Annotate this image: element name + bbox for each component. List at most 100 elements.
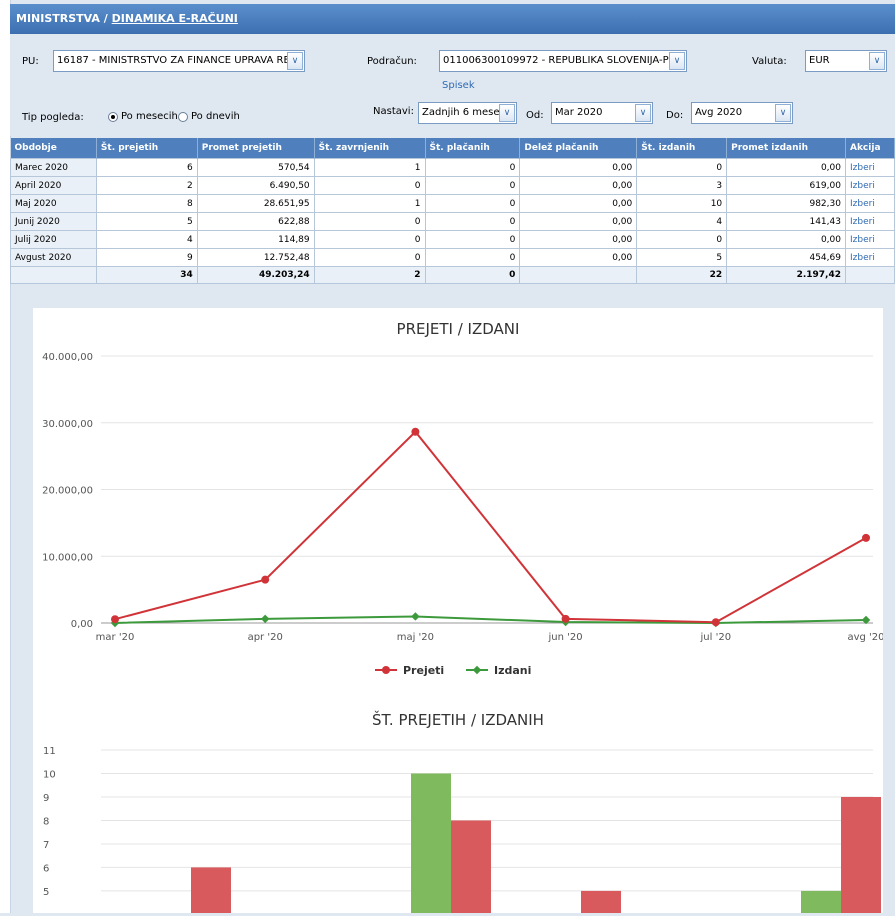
table-cell: 0,00 [519,158,638,177]
table-cell: 0,00 [726,158,846,177]
title-bar: MINISTRSTVA / DINAMIKA E-RAČUNI [10,4,895,34]
table-cell: 6.490,50 [196,176,315,195]
chevron-down-icon[interactable]: ∨ [669,52,685,70]
column-header[interactable]: Promet prejetih [197,138,315,159]
table-row[interactable]: Marec 2020 6 570,54 1 0 0,00 0 0,00 Izberi [10,158,895,177]
od-select[interactable]: Mar 2020 ∨ [551,102,653,124]
table-body: Marec 2020 6 570,54 1 0 0,00 0 0,00 Izberi April … [10,158,895,284]
table-cell: Avgust 2020 [10,248,97,267]
podracun-select-value: 011006300109972 - REPUBLIKA SLOVENIJA-PR… [443,55,680,66]
table-cell: 1 [313,158,426,177]
column-header[interactable]: Promet izdanih [726,138,846,159]
do-select[interactable]: Avg 2020 ∨ [691,102,793,124]
data-point-izdani [411,612,420,621]
column-header[interactable]: Akcija [845,138,895,159]
table-cell: 0 [636,158,728,177]
total-cell: 34 [95,266,198,284]
y-tick-label: 10 [43,769,56,780]
valuta-select-value: EUR [809,55,830,66]
y-tick-label: 5 [43,887,49,898]
column-header[interactable]: Št. plačanih [425,138,521,159]
table-cell: 10 [636,194,728,213]
chevron-down-icon[interactable]: ∨ [499,104,515,122]
column-header[interactable]: Delež plačanih [519,138,638,159]
table-cell: 3 [636,176,728,195]
chevron-down-icon[interactable]: ∨ [287,52,303,70]
data-point-prejeti [411,427,420,436]
table-cell: 5 [95,212,198,231]
do-label: Do: [666,110,684,121]
breadcrumb-page-link[interactable]: DINAMIKA E-RAČUNI [112,12,238,25]
series-line-prejeti [114,430,867,624]
bar-prejeti [841,796,881,915]
table-cell: 5 [636,248,728,267]
column-header[interactable]: Št. zavrnjenih [314,138,426,159]
chevron-down-icon[interactable]: ∨ [869,52,885,70]
radio-po-mesecih-label[interactable]: Po mesecih [121,111,178,122]
table-cell: 0 [313,176,426,195]
table-total-row: 34 49.203,24 2 0 22 2.197,42 [10,266,895,284]
table-cell: 12.752,48 [196,248,315,267]
column-header[interactable]: Št. izdanih [636,138,728,159]
nastavi-select[interactable]: Zadnjih 6 mesec ∨ [418,102,517,124]
table-row[interactable]: Maj 2020 8 28.651,95 1 0 0,00 10 982,30 Izberi [10,194,895,213]
total-cell [844,266,895,284]
spisek-link[interactable]: Spisek [442,80,475,91]
izberi-link[interactable]: Izberi [844,248,895,267]
bar-prejeti [581,890,621,915]
table-cell: 619,00 [726,176,846,195]
app-frame: MINISTRSTVA / DINAMIKA E-RAČUNI PU: 1618… [0,0,895,915]
table-cell: Julij 2020 [10,230,97,249]
table-row[interactable]: Avgust 2020 9 12.752,48 0 0 0,00 5 454,69 Izberi [10,248,895,267]
charts-svg: PREJETI / IZDANI 0,00 10.000,00 20.000,00 30… [42,320,885,915]
charts-panel: PREJETI / IZDANI 0,00 10.000,00 20.000,00 30… [33,308,885,915]
series-line-izdani [114,615,867,625]
table-row[interactable]: April 2020 2 6.490,50 0 0 0,00 3 619,00 Izberi [10,176,895,195]
data-point-prejeti [111,615,119,624]
y-tick-label: 0,00 [71,619,93,630]
valuta-label: Valuta: [752,56,787,67]
table-cell: 8 [95,194,198,213]
radio-po-mesecih[interactable] [108,112,118,122]
x-tick-label: jun '20 [548,632,583,643]
y-tick-label: 30.000,00 [42,419,93,430]
bar-prejeti [451,820,491,915]
data-point-prejeti [261,575,270,584]
table-cell: 141,43 [726,212,846,231]
data-point-prejeti [862,533,870,542]
legend-marker [382,666,390,674]
column-header[interactable]: Št. prejetih [96,138,198,159]
nastavi-select-value: Zadnjih 6 mesec [422,107,506,118]
pu-select[interactable]: 16187 - MINISTRSTVO ZA FINANCE UPRAVA RE… [53,50,305,72]
table-cell: 0 [424,212,521,231]
breadcrumb-separator: / [103,12,108,25]
table-header-row: Obdobje Št. prejetih Promet prejetih Št.… [10,138,895,159]
radio-po-dnevih[interactable] [178,112,188,122]
valuta-select[interactable]: EUR ∨ [805,50,887,72]
izberi-link[interactable]: Izberi [844,230,895,249]
y-tick-label: 10.000,00 [42,552,93,563]
column-header[interactable]: Obdobje [10,138,97,159]
table-row[interactable]: Junij 2020 5 622,88 0 0 0,00 4 141,43 Izberi [10,212,895,231]
y-tick-label: 11 [43,746,56,757]
podracun-select[interactable]: 011006300109972 - REPUBLIKA SLOVENIJA-PR… [439,50,687,72]
table-cell: 454,69 [726,248,846,267]
izberi-link[interactable]: Izberi [844,212,895,231]
legend-label: Izdani [494,664,531,677]
radio-po-dnevih-label[interactable]: Po dnevih [191,111,240,122]
legend-label: Prejeti [403,664,444,677]
table-cell: 0 [424,248,521,267]
table-row[interactable]: Julij 2020 4 114,89 0 0 0,00 0 0,00 Izberi [10,230,895,249]
total-cell: 0 [424,266,521,284]
total-cell: 2.197,42 [726,266,846,284]
chevron-down-icon[interactable]: ∨ [635,104,651,122]
izberi-link[interactable]: Izberi [844,158,895,177]
x-tick-label: jul '20 [700,632,732,643]
total-cell: 2 [313,266,426,284]
y-tick-label: 20.000,00 [42,486,93,497]
data-point-prejeti [711,618,720,627]
data-point-izdani [260,614,270,624]
chevron-down-icon[interactable]: ∨ [775,104,791,122]
izberi-link[interactable]: Izberi [844,176,895,195]
izberi-link[interactable]: Izberi [844,194,895,213]
